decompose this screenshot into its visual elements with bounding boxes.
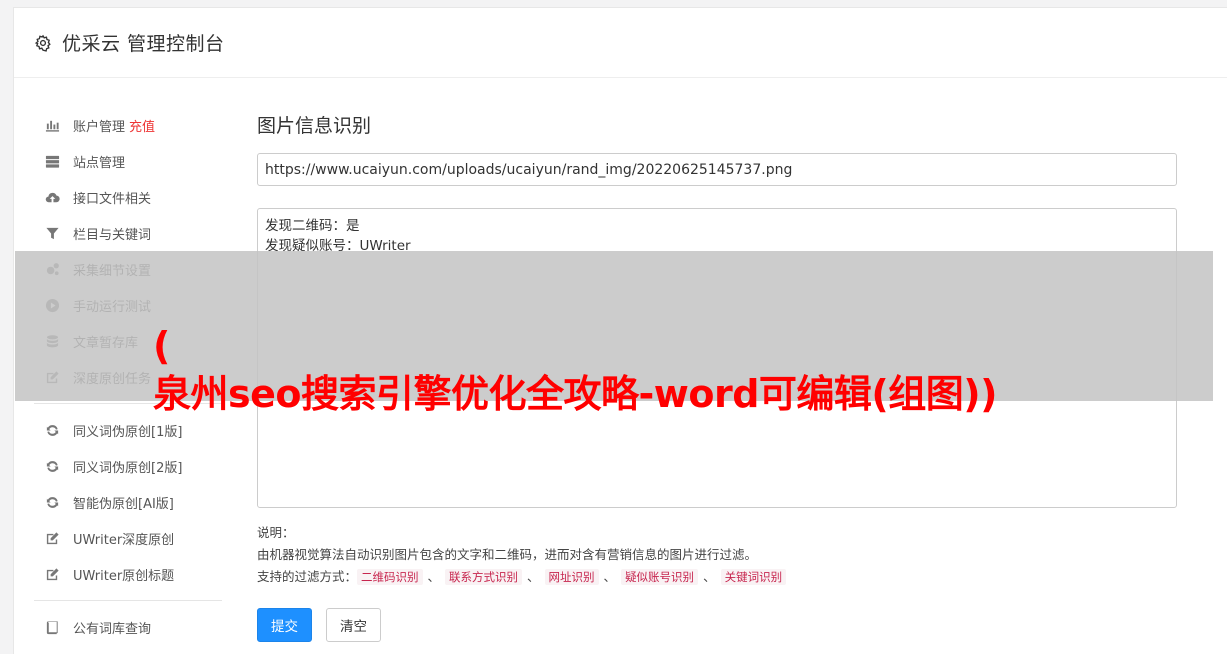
sidebar-item-label: 同义词伪原创[1版]	[73, 424, 183, 440]
filter-methods: 支持的过滤方式： 二维码识别、联系方式识别、网址识别、疑似账号识别、关键词识别	[257, 566, 1179, 588]
sidebar-item[interactable]: 栏目与关键词	[14, 215, 224, 251]
cloud-upload-icon	[44, 189, 61, 206]
result-line: 发现二维码：是	[265, 218, 360, 234]
description-label: 说明：	[257, 525, 295, 540]
sidebar-item[interactable]: 账户管理 充值	[14, 107, 224, 143]
sidebar-item-label: 智能伪原创[AI版]	[73, 496, 174, 512]
sidebar-item-label: 栏目与关键词	[73, 227, 152, 243]
sidebar-item[interactable]: UWriter原创标题	[14, 556, 224, 592]
filter-separator: 、	[603, 569, 617, 584]
sidebar-item[interactable]: UWriter深度原创	[14, 520, 224, 556]
filter-label: 支持的过滤方式：	[257, 569, 358, 584]
sidebar-item[interactable]: 站点管理	[14, 143, 224, 179]
sidebar-item-label: 公有词库查询	[73, 621, 152, 637]
sidebar-item-label: UWriter深度原创	[73, 532, 175, 548]
description: 说明： 由机器视觉算法自动识别图片包含的文字和二维码，进而对含有营销信息的图片进…	[257, 522, 1179, 588]
refresh-icon	[44, 422, 61, 439]
filter-tag: 疑似账号识别	[621, 569, 699, 585]
sidebar-item[interactable]: 智能伪原创[AI版]	[14, 484, 224, 520]
submit-button[interactable]: 提交	[257, 608, 312, 642]
filter-icon	[44, 225, 61, 242]
action-buttons: 提交 清空	[257, 608, 1179, 642]
edit-icon	[44, 530, 61, 547]
image-url-input[interactable]	[257, 153, 1177, 186]
bar-chart-icon	[44, 117, 61, 134]
sidebar-item[interactable]: 接口文件相关	[14, 179, 224, 215]
server-icon	[44, 153, 61, 170]
sidebar-divider	[34, 600, 222, 601]
sidebar-item-label: 同义词伪原创[2版]	[73, 460, 183, 476]
filter-separator: 、	[527, 569, 540, 584]
filter-tag: 网址识别	[544, 569, 599, 585]
sidebar-item-label: UWriter原创标题	[73, 568, 175, 584]
description-text: 由机器视觉算法自动识别图片包含的文字和二维码，进而对含有营销信息的图片进行过滤。	[257, 547, 758, 562]
sidebar-item-label: 账户管理	[73, 119, 126, 135]
sidebar-item-label: 站点管理	[73, 155, 126, 171]
filter-tag: 二维码识别	[357, 569, 423, 585]
filter-separator: 、	[427, 569, 441, 584]
filter-separator: 、	[703, 569, 716, 584]
sidebar-item[interactable]: 公有词库查询	[14, 609, 224, 645]
edit-icon	[44, 566, 61, 583]
clear-button[interactable]: 清空	[326, 608, 381, 642]
page-title: 图片信息识别	[257, 115, 372, 137]
console-title: 优采云 管理控制台	[62, 33, 225, 55]
book-icon	[44, 619, 61, 636]
refresh-icon	[44, 458, 61, 475]
sidebar-item-label: 接口文件相关	[73, 191, 152, 207]
recharge-link[interactable]: 充值	[129, 116, 155, 135]
overlay-title: ( 泉州seo搜索引擎优化全攻略-word可编辑(组图))	[153, 324, 998, 416]
filter-tag: 关键词识别	[720, 569, 787, 585]
sidebar-item[interactable]: 同义词伪原创[2版]	[14, 448, 224, 484]
gear-icon	[34, 34, 52, 52]
console-header: 优采云 管理控制台	[14, 8, 1227, 78]
filter-tag: 联系方式识别	[445, 569, 523, 585]
refresh-icon	[44, 494, 61, 511]
